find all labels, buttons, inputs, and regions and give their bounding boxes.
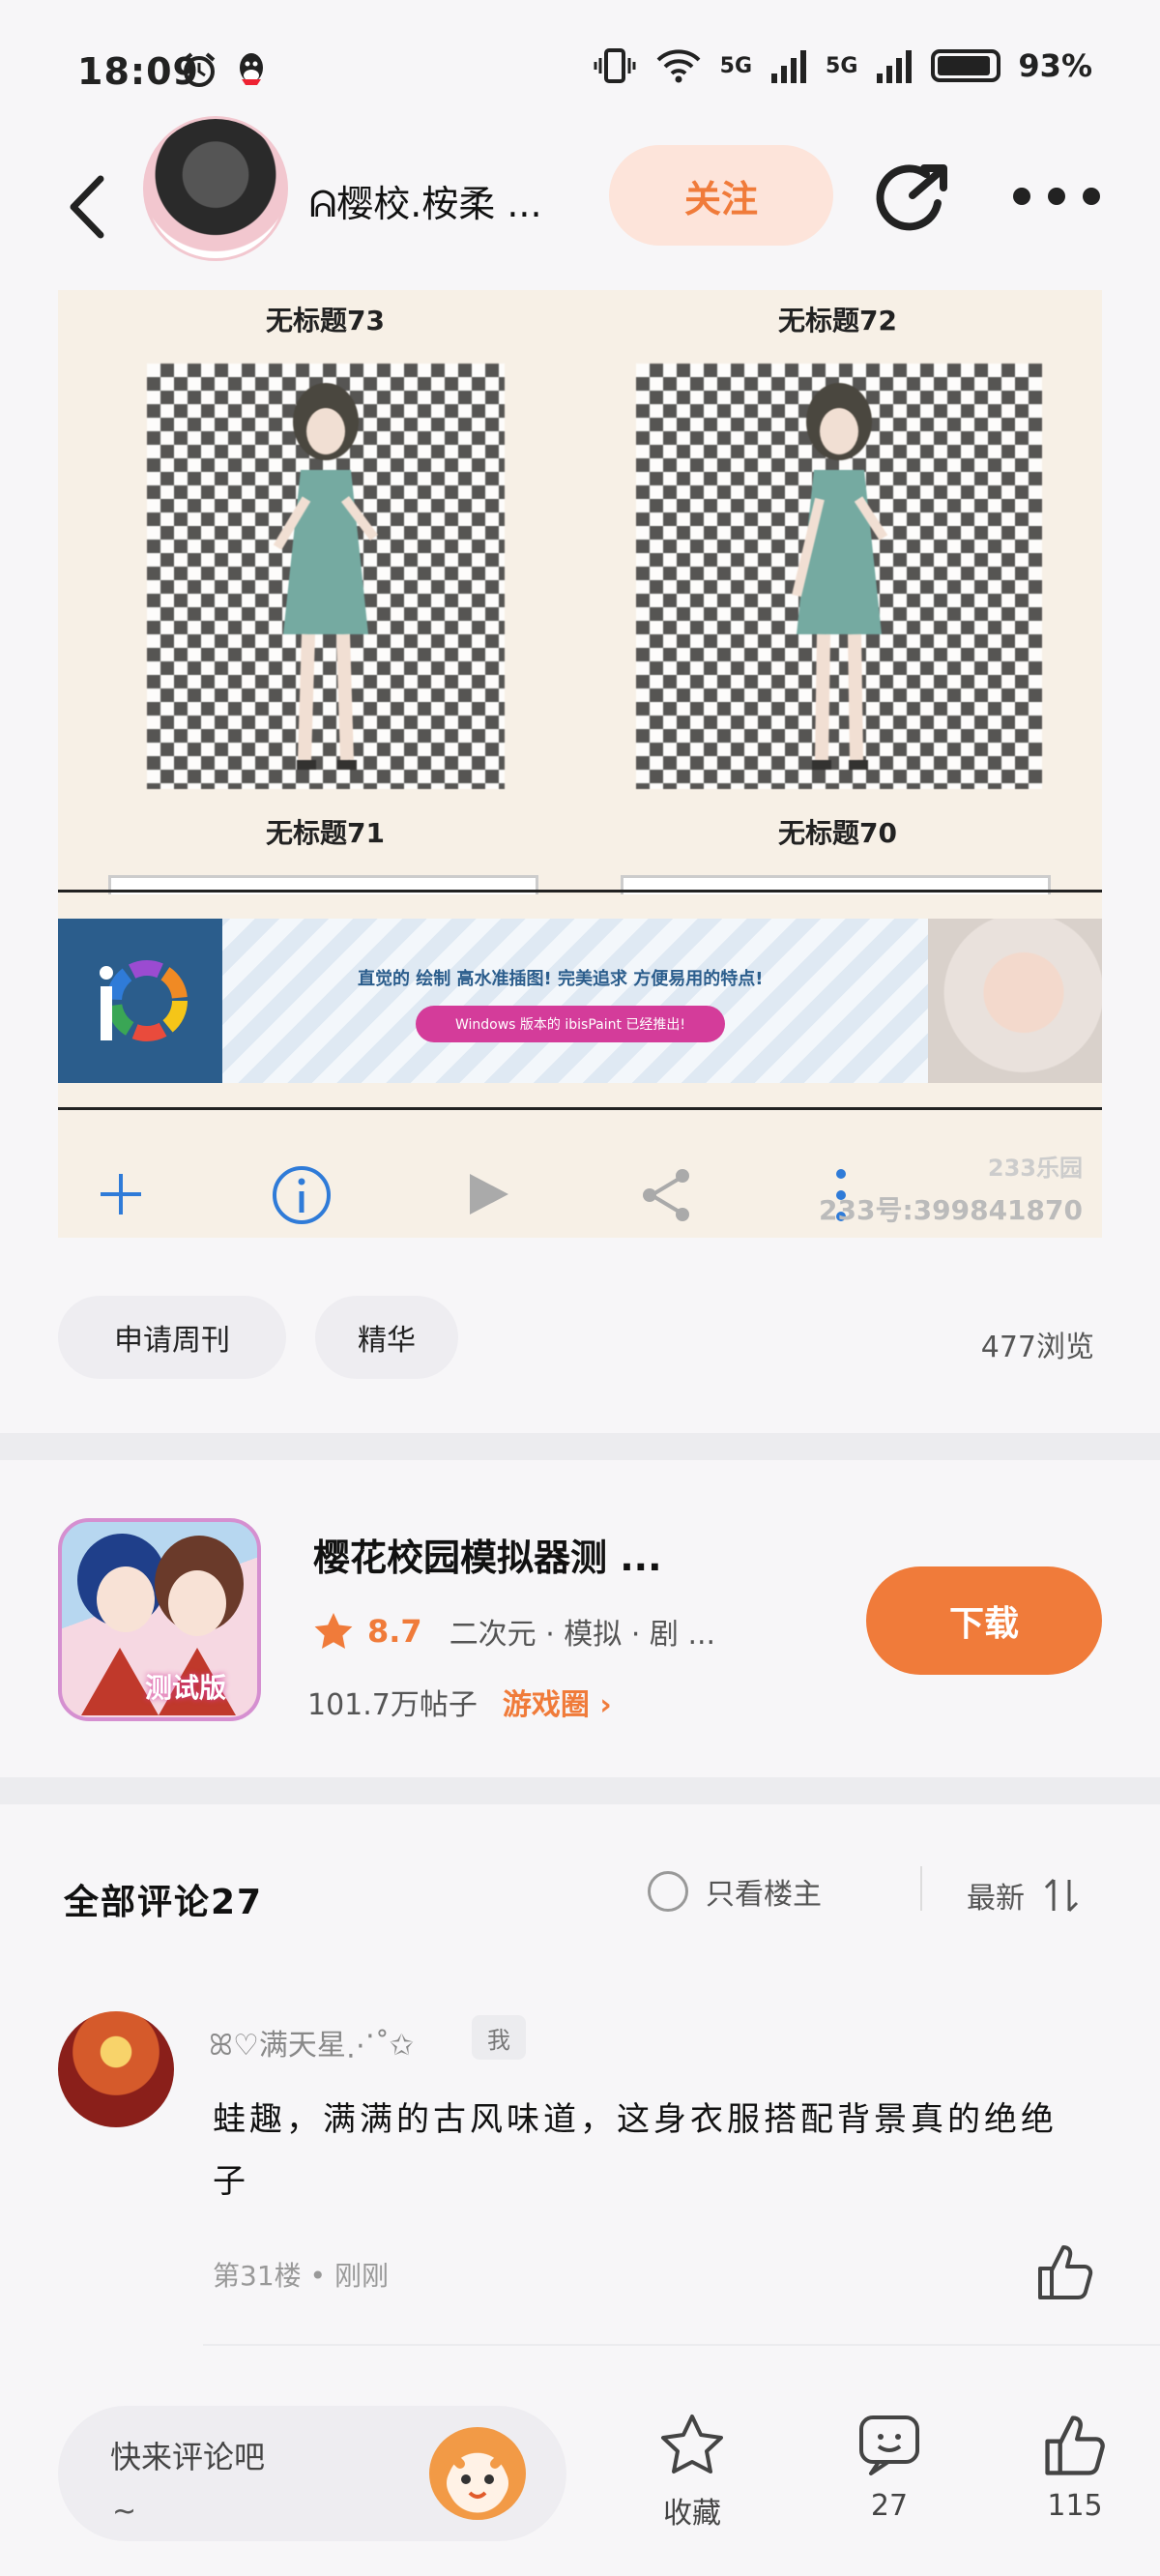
signal-icon	[771, 50, 807, 83]
more-dot	[1013, 188, 1030, 205]
thumbs-up-icon	[1038, 2245, 1093, 2299]
section-divider-2	[0, 1777, 1160, 1804]
download-button[interactable]: 下载	[866, 1566, 1102, 1675]
gallery-thumb-2[interactable]	[636, 364, 1042, 789]
share-arrow-icon	[876, 164, 947, 231]
status-right-icons: 5G 5G 93%	[593, 46, 1092, 85]
author-avatar[interactable]	[143, 116, 288, 261]
character-figure	[792, 383, 888, 770]
back-button[interactable]	[58, 168, 116, 246]
network-label-2: 5G	[826, 53, 858, 78]
watermark-id: 233号:399841870	[819, 1194, 1083, 1226]
game-rating: 8.7	[367, 1613, 422, 1650]
comment-bubble-icon	[859, 2415, 919, 2475]
wifi-icon	[656, 49, 701, 83]
share-icon[interactable]	[638, 1166, 696, 1224]
comment-placeholder: 快来评论吧	[110, 2439, 266, 2475]
ad-pill[interactable]: Windows 版本的 ibisPaint 已经推出!	[416, 1006, 725, 1042]
thumbs-up-icon	[1045, 2415, 1105, 2475]
comment-divider	[203, 2344, 1160, 2346]
me-badge: 我	[472, 2015, 526, 2060]
gallery-title-2: 无标题72	[778, 305, 897, 337]
battery-icon	[931, 49, 1001, 82]
tag-featured[interactable]: 精华	[315, 1296, 458, 1379]
comment-tilde: ~	[112, 2495, 137, 2529]
plus-icon[interactable]	[97, 1170, 145, 1218]
gallery-title-4: 无标题70	[778, 817, 897, 849]
like-button[interactable]: 115	[1017, 2412, 1133, 2523]
battery-level: 93%	[1018, 47, 1092, 84]
chevron-left-icon	[70, 175, 104, 239]
author-name[interactable]: ᕱ樱校.桉柔 ...	[309, 174, 542, 227]
star-outline-icon	[661, 2415, 723, 2474]
qq-icon	[240, 53, 263, 85]
separator	[920, 1866, 922, 1911]
divider-line-2	[58, 1107, 1102, 1110]
info-icon[interactable]	[271, 1164, 333, 1226]
sort-icon	[1044, 1878, 1079, 1913]
comment-meta: 第31楼 • 刚刚	[213, 2255, 389, 2294]
comment-time: 刚刚	[334, 2260, 389, 2292]
view-count: 477浏览	[980, 1331, 1094, 1364]
signal-icon-2	[877, 50, 913, 83]
game-icon-badge: 测试版	[145, 1672, 227, 1704]
game-icon[interactable]: 测试版	[58, 1518, 261, 1721]
alarm-icon	[183, 52, 216, 87]
status-left-icons	[180, 50, 269, 89]
game-title[interactable]: 樱花校园模拟器测 ...	[313, 1528, 662, 1581]
chevron-right-icon: ›	[599, 1688, 612, 1722]
game-categories: 二次元 · 模拟 · 剧 ...	[449, 1618, 716, 1652]
divider-line	[58, 890, 1102, 893]
network-label-1: 5G	[719, 53, 753, 78]
mascot-icon	[429, 2427, 526, 2520]
tag-weekly[interactable]: 申请周刊	[58, 1296, 286, 1379]
comments-title: 全部评论27	[64, 1883, 264, 1922]
game-rating-row: 8.7 二次元 · 模拟 · 剧 ...	[313, 1610, 715, 1653]
comment-text: 蛙趣，满满的古风味道，这身衣服搭配背景真的绝绝子	[213, 2100, 1058, 2201]
gallery-title-1: 无标题73	[266, 305, 385, 337]
share-button[interactable]	[870, 155, 957, 242]
ibispaint-logo	[58, 919, 222, 1083]
favorite-label: 收藏	[663, 2497, 721, 2531]
commenter-avatar[interactable]	[58, 2011, 174, 2127]
comment-like-button[interactable]	[1034, 2241, 1102, 2309]
sort-label: 最新	[967, 1882, 1025, 1916]
star-icon	[314, 1613, 353, 1649]
play-icon[interactable]	[464, 1170, 512, 1218]
comment-count-button[interactable]: 27	[831, 2412, 947, 2523]
vibrate-icon	[594, 48, 636, 83]
more-dot	[1083, 188, 1100, 205]
commenter-name[interactable]: ꕤ♡满天星⋰˚✩	[209, 2021, 414, 2064]
mascot-face	[442, 2445, 513, 2508]
radio-icon[interactable]	[648, 1871, 688, 1912]
follow-button[interactable]: 关注	[609, 145, 833, 246]
game-posts-row: 101.7万帖子 游戏圈 ›	[307, 1681, 612, 1723]
ad-character-image	[928, 919, 1102, 1083]
color-wheel-icon	[100, 960, 188, 1041]
like-count: 115	[1047, 2489, 1103, 2523]
game-circle-label: 游戏圈	[502, 1688, 590, 1722]
game-circle-link[interactable]: 游戏圈 ›	[503, 1681, 612, 1723]
favorite-button[interactable]: 收藏	[634, 2412, 750, 2532]
comment-floor: 第31楼	[213, 2260, 302, 2292]
only-op-label: 只看楼主	[706, 1878, 822, 1912]
more-dot	[1048, 188, 1065, 205]
meta-dot: •	[309, 2260, 334, 2292]
section-divider	[0, 1433, 1160, 1460]
sort-toggle[interactable]: 最新	[967, 1874, 1081, 1917]
only-op-toggle[interactable]: 只看楼主	[648, 1870, 822, 1913]
ibispaint-ad-banner[interactable]: 直觉的 绘制 高水准插图! 完美追求 方便易用的特点! Windows 版本的 …	[58, 919, 1102, 1083]
post-image[interactable]: 无标题73 无标题72 无标题71 无标题70 直觉的 绘制 高水准插图! 完美…	[58, 290, 1102, 1238]
character-figure	[273, 383, 378, 770]
comment-count: 27	[870, 2489, 909, 2523]
status-bar: 18:09 5G 5G 93%	[0, 0, 1160, 145]
more-button[interactable]	[1013, 174, 1100, 219]
gallery-thumb-1[interactable]	[147, 364, 505, 789]
game-post-count: 101.7万帖子	[307, 1688, 478, 1722]
watermark-logo: 233乐园	[987, 1155, 1083, 1182]
ad-headline: 直觉的 绘制 高水准插图! 完美追求 方便易用的特点!	[358, 969, 764, 989]
gallery-title-3: 无标题71	[266, 817, 385, 849]
